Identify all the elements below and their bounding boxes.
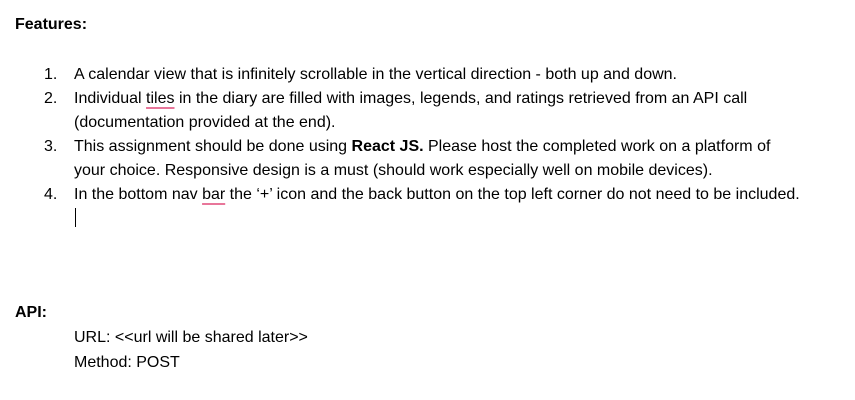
list-item-number: 2. — [44, 90, 58, 107]
api-method-line: Method: POST — [74, 354, 180, 371]
features-list: 1. A calendar view that is infinitely sc… — [40, 63, 800, 231]
list-item-text: in the diary are filled with images, leg… — [74, 90, 748, 131]
misspelled-word: bar — [202, 186, 226, 203]
list-item: 2. Individual tiles in the diary are fil… — [40, 87, 800, 135]
bold-text: React JS. — [351, 138, 424, 155]
list-item: 1. A calendar view that is infinitely sc… — [40, 63, 800, 87]
text-cursor — [75, 208, 76, 227]
list-item-text: A calendar view that is infinitely scrol… — [74, 66, 677, 83]
list-item-number: 4. — [44, 186, 58, 203]
api-url-line: URL: <<url will be shared later>> — [74, 329, 308, 346]
list-item: 4. In the bottom nav bar the ‘+’ icon an… — [40, 183, 800, 231]
list-item-number: 3. — [44, 138, 58, 155]
features-heading: Features: — [15, 16, 88, 33]
list-item: 3. This assignment should be done using … — [40, 135, 800, 183]
list-item-text: In the bottom nav — [74, 186, 203, 203]
api-details: URL: <<url will be shared later>> Method… — [74, 325, 308, 375]
api-heading: API: — [15, 304, 47, 321]
list-item-text: Individual — [74, 90, 147, 107]
list-item-text: the ‘+’ icon and the back button on the … — [225, 186, 800, 203]
misspelled-word: tiles — [146, 90, 175, 107]
list-item-text: This assignment should be done using — [74, 138, 352, 155]
list-item-number: 1. — [44, 66, 58, 83]
